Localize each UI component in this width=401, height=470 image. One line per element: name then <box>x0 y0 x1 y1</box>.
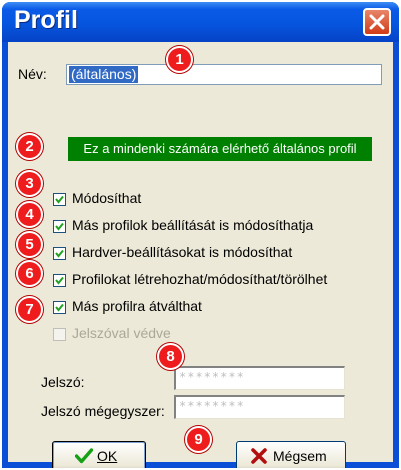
password-confirm-label: Jelszó mégegyszer: <box>41 403 165 419</box>
annotation-badge-7: 7 <box>16 296 43 323</box>
checkbox-box[interactable] <box>53 274 66 287</box>
checkbox-label[interactable]: Más profilra átválthat <box>72 298 202 314</box>
password-label: Jelszó: <box>41 374 85 390</box>
checkmark-icon <box>55 303 64 312</box>
title-bar[interactable]: Profil <box>2 2 399 42</box>
close-icon <box>369 14 385 30</box>
checkbox-box <box>53 328 66 341</box>
annotation-badge-6: 6 <box>16 260 43 287</box>
cancel-button-label: Mégsem <box>273 448 327 464</box>
window-title: Profil <box>14 6 78 34</box>
checkbox-label[interactable]: Módosíthat <box>72 190 141 206</box>
checkmark-icon <box>55 195 64 204</box>
cancel-button[interactable]: Mégsem <box>236 441 346 468</box>
annotation-badge-2: 2 <box>16 133 43 160</box>
dialog-body: Név: (általános) Ez a mindenki számára e… <box>8 42 393 468</box>
checkmark-icon <box>55 222 64 231</box>
cross-icon <box>251 448 267 464</box>
checkbox-label[interactable]: Hardver-beállításokat is módosíthat <box>72 244 292 260</box>
checkbox-box[interactable] <box>53 301 66 314</box>
password-input[interactable]: ******** <box>174 366 345 390</box>
annotation-badge-1: 1 <box>166 46 193 73</box>
password-confirm-input[interactable]: ******** <box>174 395 345 419</box>
annotation-badge-4: 4 <box>16 201 43 228</box>
checkmark-icon <box>55 249 64 258</box>
annotation-badge-3: 3 <box>16 170 43 197</box>
name-input[interactable]: (általános) <box>66 64 382 85</box>
profile-description-banner: Ez a mindenki számára elérhető általános… <box>68 137 372 161</box>
password-confirm-masked-value: ******** <box>179 399 245 413</box>
annotation-badge-9: 9 <box>185 426 212 453</box>
ok-button-label: OK <box>97 448 118 464</box>
checkbox-label: Jelszóval védve <box>72 325 171 341</box>
profile-dialog: Profil Név: (általános) Ez a mindenki sz… <box>2 2 399 468</box>
name-input-value: (általános) <box>69 66 139 83</box>
checkmark-icon <box>55 276 64 285</box>
checkbox-box[interactable] <box>53 193 66 206</box>
checkmark-icon <box>75 448 93 464</box>
annotation-badge-8: 8 <box>157 343 184 370</box>
password-masked-value: ******** <box>179 370 245 384</box>
checkbox-label[interactable]: Más profilok beállítását is módosíthatja <box>72 217 313 233</box>
checkbox-box[interactable] <box>53 220 66 233</box>
annotation-badge-5: 5 <box>16 231 43 258</box>
checkbox-label[interactable]: Profilokat létrehozhat/módosíthat/törölh… <box>72 271 327 287</box>
ok-button[interactable]: OK <box>52 441 146 468</box>
close-button[interactable] <box>363 8 391 36</box>
checkbox-box[interactable] <box>53 247 66 260</box>
name-label: Név: <box>18 66 47 82</box>
